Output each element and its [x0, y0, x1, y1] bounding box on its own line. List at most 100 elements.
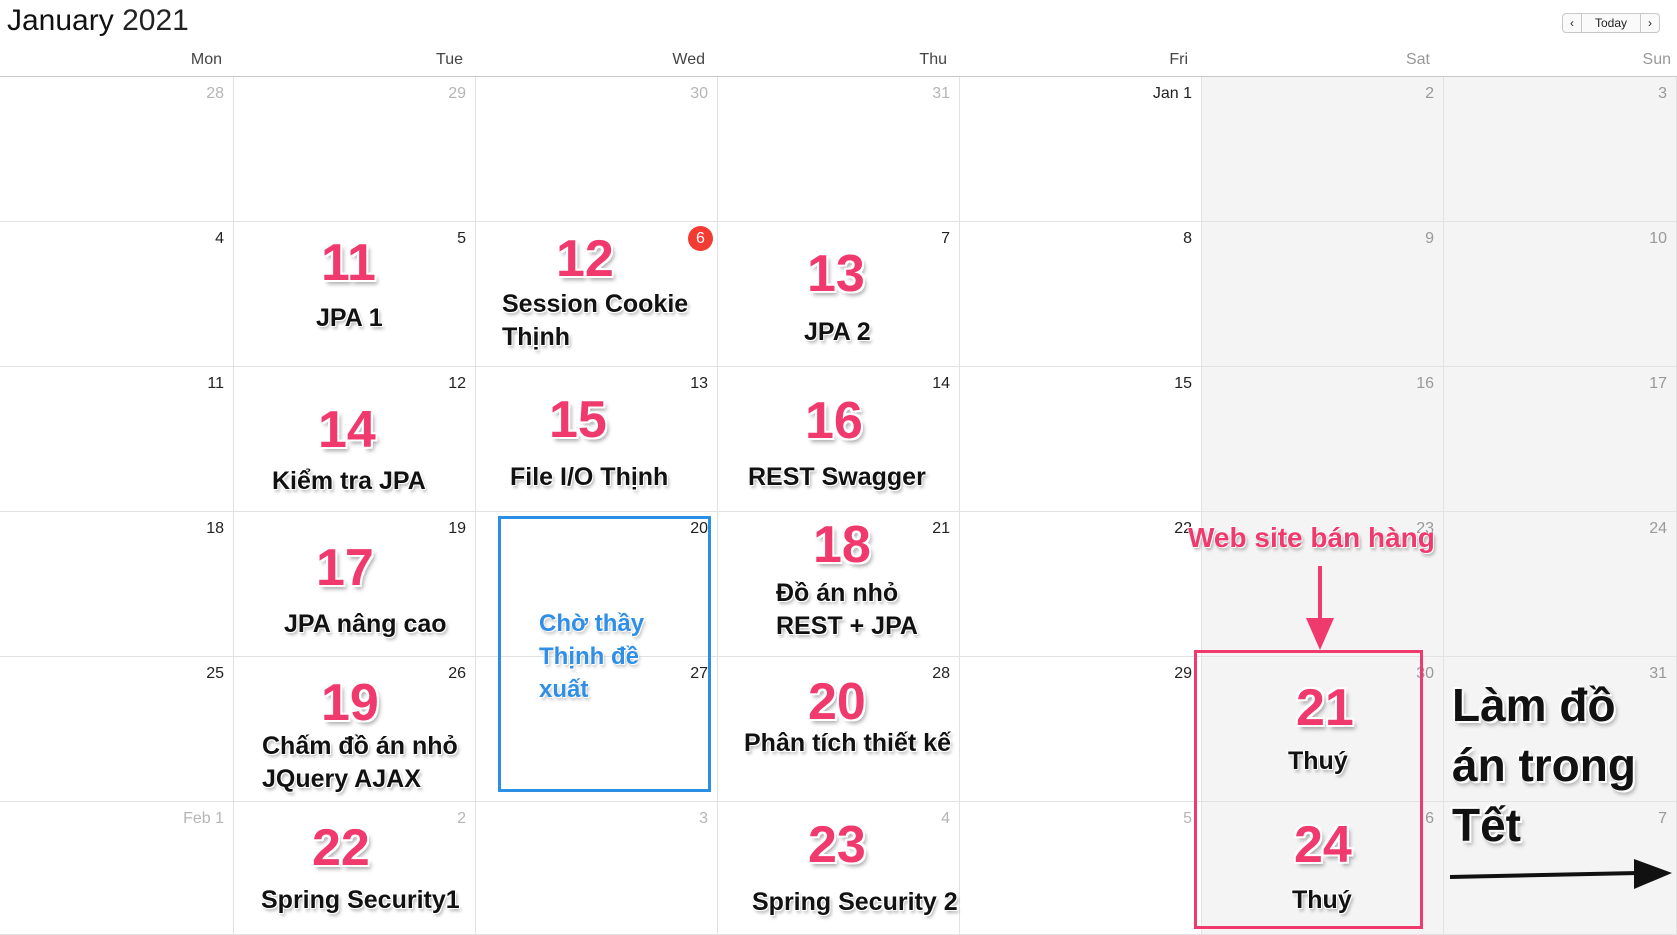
- day-number: 2: [457, 810, 466, 827]
- session-label-17: JPA nâng cao: [284, 610, 447, 638]
- session-label-12b: Thịnh: [502, 323, 571, 351]
- session-number-20: 20: [808, 673, 866, 731]
- day-cell[interactable]: 29: [234, 77, 476, 222]
- day-cell[interactable]: 15: [960, 367, 1202, 512]
- day-number: 29: [1174, 665, 1192, 682]
- day-number: 28: [932, 665, 950, 682]
- session-number-15: 15: [549, 391, 607, 449]
- day-number: 8: [1183, 230, 1192, 247]
- day-cell[interactable]: 10: [1444, 222, 1677, 367]
- next-month-button[interactable]: ›: [1640, 13, 1660, 33]
- day-number: 31: [1649, 665, 1667, 682]
- day-number: 7: [1658, 810, 1667, 827]
- day-number: 3: [1658, 85, 1667, 102]
- day-cell[interactable]: 29: [960, 657, 1202, 802]
- day-number: 15: [1174, 375, 1192, 392]
- day-cell[interactable]: 30: [476, 77, 718, 222]
- day-cell[interactable]: 5: [960, 802, 1202, 935]
- day-cell[interactable]: 18: [0, 512, 234, 657]
- day-cell[interactable]: 28: [0, 77, 234, 222]
- day-cell[interactable]: 2: [1202, 77, 1444, 222]
- session-label-11: JPA 1: [316, 304, 383, 332]
- session-label-22: Spring Security1: [261, 886, 460, 914]
- right-arrow-icon: [1449, 859, 1672, 889]
- down-arrow-icon: [1306, 566, 1334, 650]
- day-cell[interactable]: 3: [1444, 77, 1677, 222]
- day-number: 5: [457, 230, 466, 247]
- weekday-sun: Sun: [1642, 51, 1671, 68]
- weekday-sat: Sat: [1405, 51, 1430, 68]
- day-number: 14: [932, 375, 950, 392]
- session-label-19b: JQuery AJAX: [262, 765, 421, 793]
- session-label-19a: Chấm đồ án nhỏ: [262, 732, 458, 760]
- pending-note-line2: Thịnh đề: [539, 643, 639, 670]
- day-number: 28: [206, 85, 224, 102]
- day-number: 29: [448, 85, 466, 102]
- session-number-21: 21: [1296, 679, 1354, 737]
- weekday-thu: Thu: [919, 51, 947, 68]
- day-cell[interactable]: 4: [0, 222, 234, 367]
- today-button[interactable]: Today: [1582, 13, 1640, 33]
- day-number: 31: [932, 85, 950, 102]
- day-cell[interactable]: 16: [1202, 367, 1444, 512]
- pending-note-line3: xuất: [539, 676, 589, 703]
- weekday-tue: Tue: [436, 51, 463, 68]
- session-number-11: 11: [321, 234, 376, 292]
- session-label-18b: REST + JPA: [776, 612, 918, 640]
- session-label-14: Kiểm tra JPA: [272, 467, 426, 495]
- session-number-23: 23: [808, 816, 866, 874]
- day-number: 10: [1649, 230, 1667, 247]
- website-project-label: Web site bán hàng: [1188, 522, 1435, 553]
- weekday-wed: Wed: [672, 51, 705, 68]
- day-number: 2: [1425, 85, 1434, 102]
- pending-note-line1: Chờ thầy: [539, 610, 645, 637]
- day-cell[interactable]: 9: [1202, 222, 1444, 367]
- day-cell[interactable]: Feb 1: [0, 802, 234, 935]
- date-navigation: ‹ Today ›: [1562, 13, 1660, 33]
- day-number: 13: [690, 375, 708, 392]
- tet-note-line2: án trong: [1452, 739, 1636, 791]
- day-number: 11: [207, 375, 224, 392]
- day-cell[interactable]: 17: [1444, 367, 1677, 512]
- day-number: 4: [215, 230, 224, 247]
- previous-month-button[interactable]: ‹: [1562, 13, 1582, 33]
- day-number: Feb 1: [183, 810, 224, 827]
- day-number: 18: [206, 520, 224, 537]
- session-number-14: 14: [318, 401, 376, 459]
- tet-note-line3: Tết: [1452, 799, 1521, 851]
- year-label: 2021: [122, 4, 189, 37]
- session-label-13: JPA 2: [804, 318, 871, 346]
- day-cell[interactable]: 31: [718, 77, 960, 222]
- session-label-16: REST Swagger: [748, 463, 926, 491]
- today-badge: 6: [688, 226, 713, 251]
- session-number-22: 22: [312, 819, 370, 877]
- session-number-16: 16: [805, 392, 863, 450]
- tet-note-line1: Làm đồ: [1452, 679, 1616, 731]
- day-number: 5: [1183, 810, 1192, 827]
- day-number: 21: [932, 520, 950, 537]
- day-number: 7: [941, 230, 950, 247]
- day-number: 17: [1649, 375, 1667, 392]
- session-label-18a: Đồ án nhỏ: [776, 579, 899, 607]
- day-number: 19: [448, 520, 466, 537]
- session-label-12a: Session Cookie: [502, 290, 689, 318]
- day-cell[interactable]: 8: [960, 222, 1202, 367]
- session-label-21: Thuý: [1288, 747, 1348, 775]
- day-cell[interactable]: 22: [960, 512, 1202, 657]
- day-number: 9: [1425, 230, 1434, 247]
- day-number: 4: [941, 810, 950, 827]
- day-cell[interactable]: 11: [0, 367, 234, 512]
- day-cell[interactable]: 3: [476, 802, 718, 935]
- day-cell[interactable]: Jan 1: [960, 77, 1202, 222]
- day-cell[interactable]: 24: [1444, 512, 1677, 657]
- session-number-19: 19: [321, 674, 379, 732]
- day-cell[interactable]: 25: [0, 657, 234, 802]
- day-number: Jan 1: [1152, 85, 1192, 102]
- month-label: January: [7, 4, 114, 37]
- session-number-24: 24: [1294, 816, 1352, 874]
- session-number-13: 13: [807, 245, 865, 303]
- session-number-18: 18: [813, 516, 871, 574]
- session-label-23: Spring Security 2: [752, 888, 958, 916]
- session-number-17: 17: [316, 539, 374, 597]
- weekday-fri: Fri: [1169, 51, 1188, 68]
